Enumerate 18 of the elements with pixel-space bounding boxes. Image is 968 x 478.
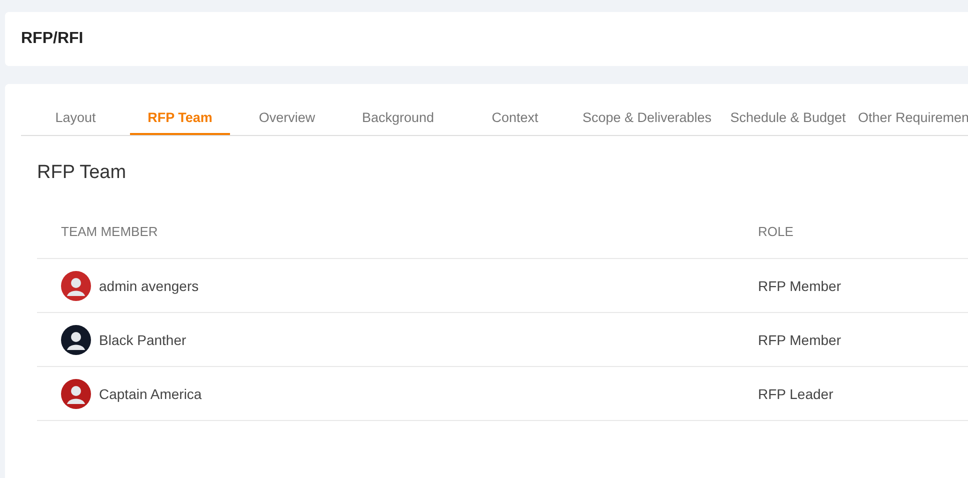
member-name: Captain America — [99, 386, 202, 402]
tab[interactable]: Other Requiremen — [856, 96, 968, 135]
page-title: RFP/RFI — [21, 30, 84, 48]
tab[interactable]: Scope & Deliverables — [574, 96, 720, 135]
tab[interactable]: Background — [340, 96, 456, 135]
column-header: ROLE — [758, 224, 794, 238]
tab[interactable]: Overview — [234, 96, 340, 135]
tab[interactable]: RFP Team — [130, 96, 230, 135]
member-role: RFP Member — [758, 332, 842, 348]
member-name: admin avengers — [99, 278, 199, 294]
tab[interactable]: Schedule & Budget — [720, 96, 856, 135]
section-title: RFP Team — [37, 162, 128, 184]
member-name: Black Panther — [99, 332, 186, 348]
tab[interactable]: Layout — [21, 96, 130, 135]
tab[interactable]: Context — [456, 96, 574, 135]
column-header: TEAM MEMBER — [60, 224, 159, 238]
member-role: RFP Leader — [758, 386, 834, 402]
member-role: RFP Member — [758, 278, 842, 294]
